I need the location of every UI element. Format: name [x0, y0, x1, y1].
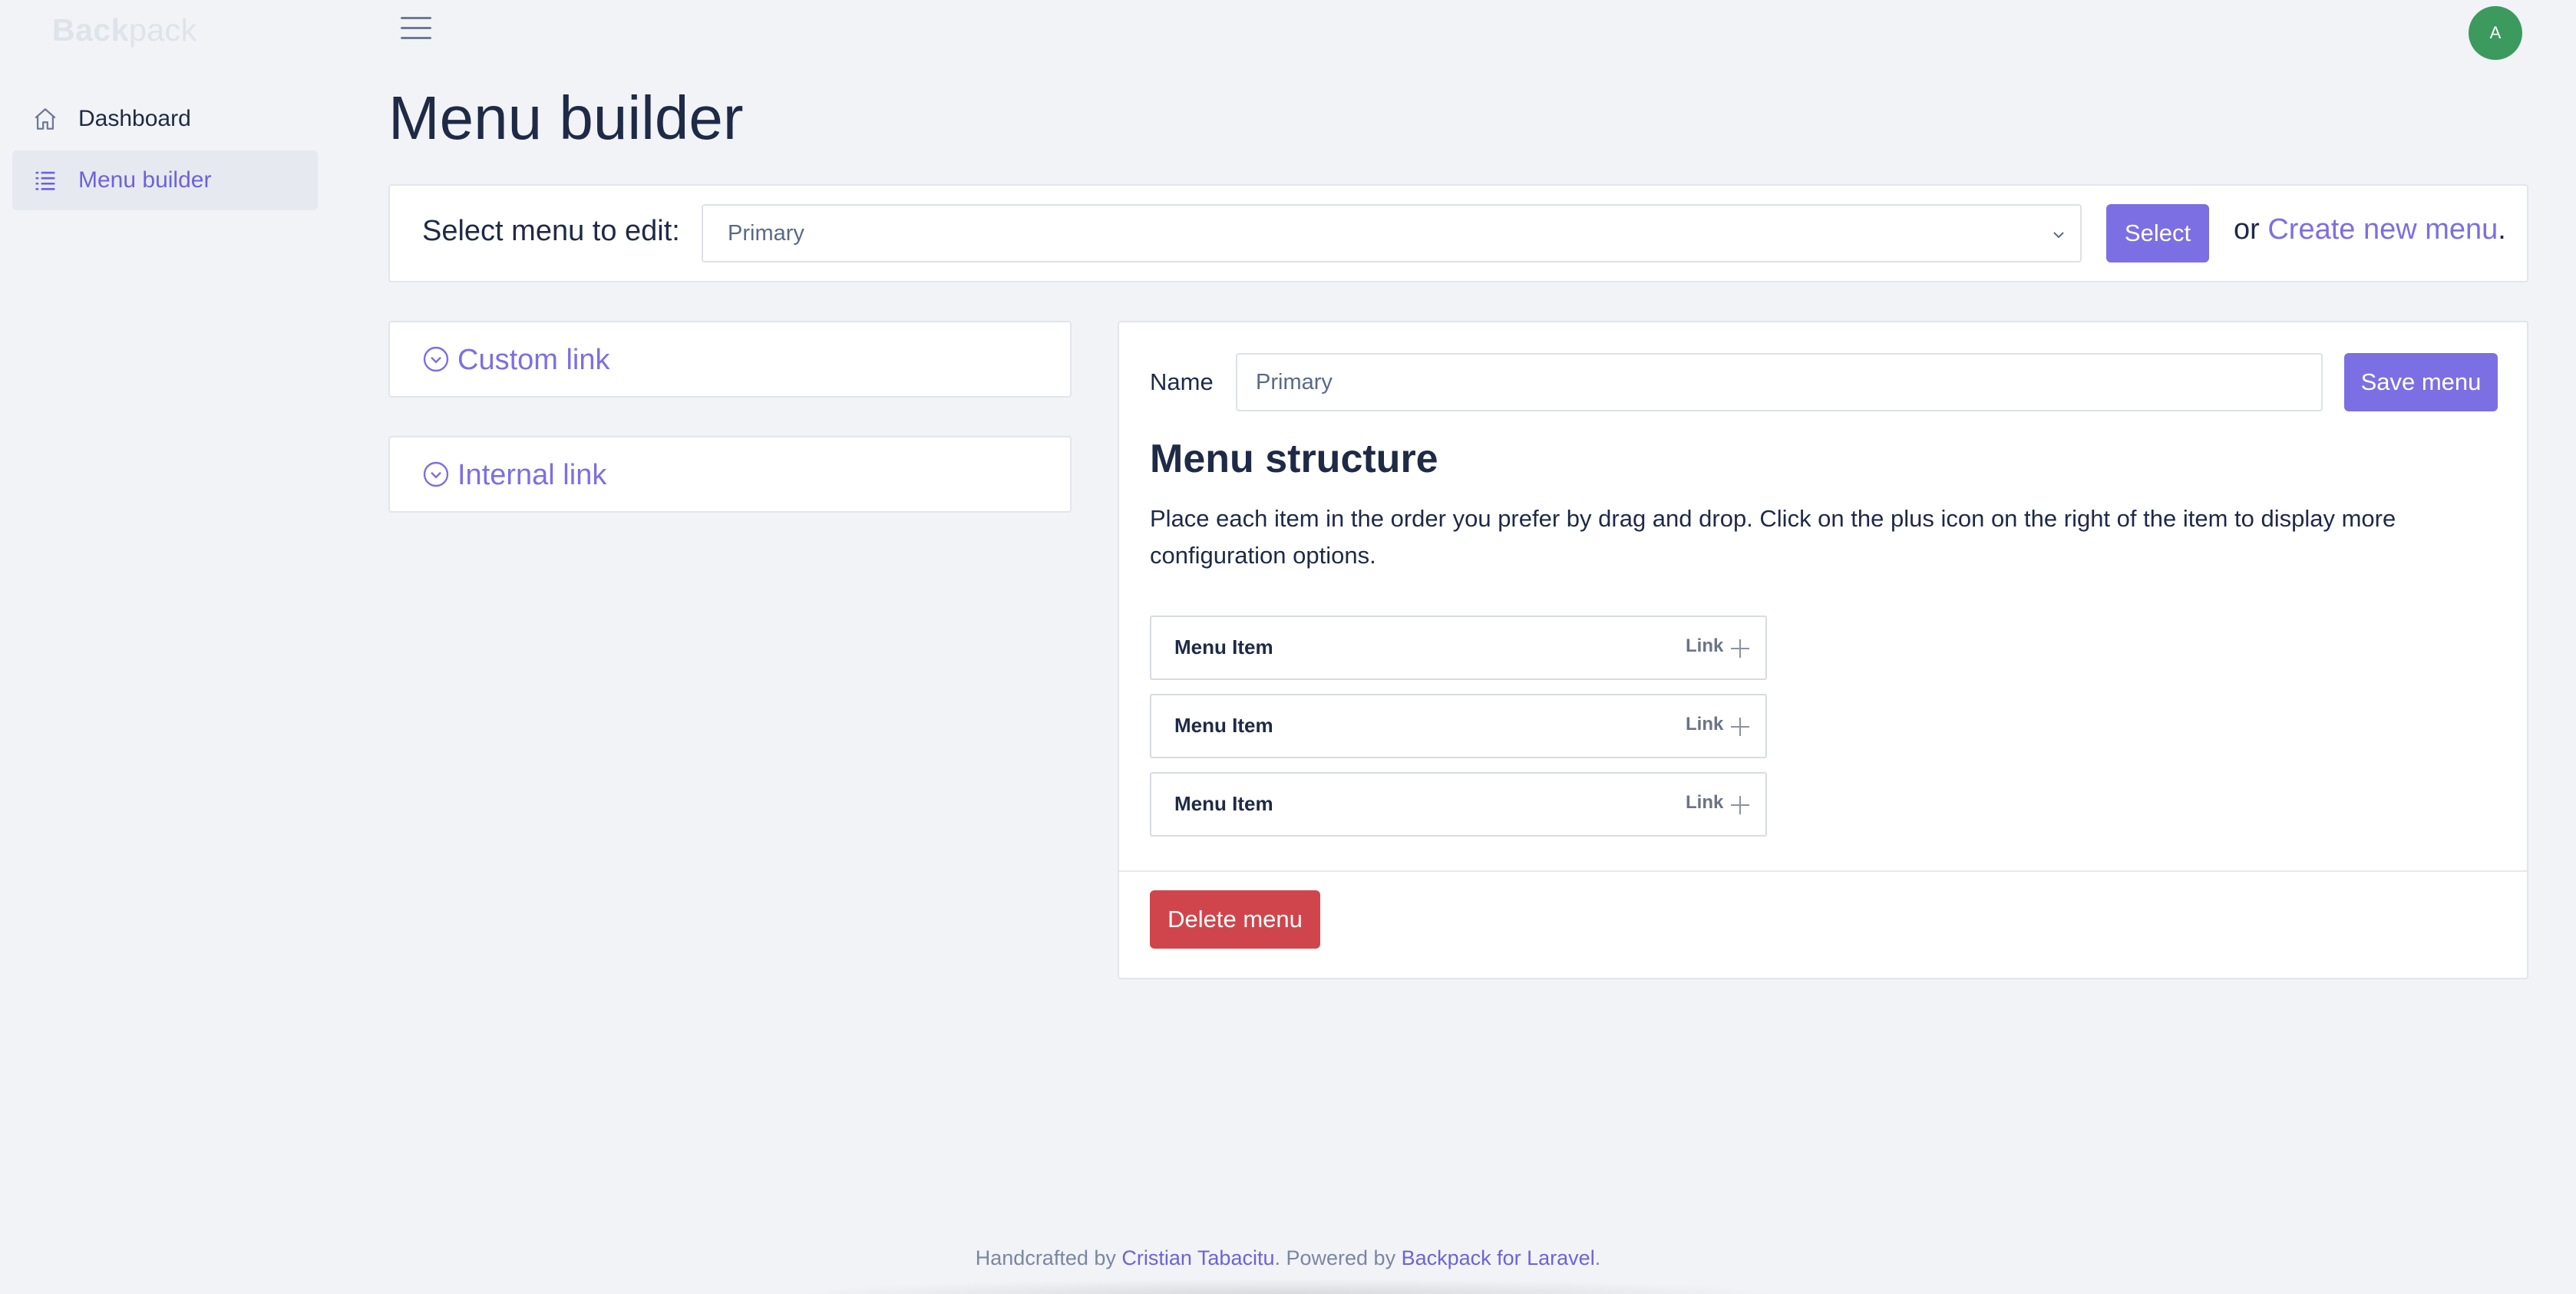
- custom-link-label: Custom link: [457, 344, 610, 376]
- menu-editor-card: Name Primary Save menu Menu structure Pl…: [1118, 321, 2528, 979]
- plus-icon[interactable]: [1729, 715, 1752, 738]
- sidebar-item-label: Menu builder: [78, 167, 212, 193]
- internal-link-label: Internal link: [457, 459, 607, 491]
- menu-item-type: Link: [1686, 792, 1724, 813]
- menu-name-label: Name: [1150, 368, 1214, 395]
- brand-bold-text: Back: [52, 12, 130, 48]
- menu-name-input[interactable]: Primary: [1236, 353, 2323, 411]
- page-title: Menu builder: [388, 84, 744, 152]
- user-avatar[interactable]: A: [2469, 6, 2522, 60]
- hamburger-line: [401, 17, 431, 19]
- chevron-circle-down-icon: [423, 461, 449, 487]
- save-menu-button[interactable]: Save menu: [2344, 353, 2498, 411]
- home-icon: [35, 108, 56, 130]
- hamburger-menu-button[interactable]: [401, 17, 431, 45]
- custom-link-panel[interactable]: Custom link: [388, 321, 1072, 398]
- period-text: .: [2498, 213, 2506, 246]
- menu-select-value: Primary: [728, 220, 804, 246]
- menu-item[interactable]: Menu Item Link: [1150, 772, 1767, 837]
- footer-product-link[interactable]: Backpack for Laravel: [1402, 1246, 1595, 1269]
- menu-select-label: Select menu to edit:: [422, 215, 680, 247]
- brand-light-text: pack: [129, 12, 197, 48]
- footer-handcrafted-text: Handcrafted by: [975, 1246, 1122, 1269]
- list-icon: [35, 171, 55, 190]
- or-text: or: [2234, 213, 2268, 246]
- footer-period-text: .: [1594, 1246, 1601, 1269]
- sidebar-item-label: Dashboard: [78, 106, 191, 131]
- menu-item-type: Link: [1686, 635, 1724, 656]
- menu-item[interactable]: Menu Item Link: [1150, 616, 1767, 680]
- menu-item-title: Menu Item: [1174, 792, 1273, 815]
- create-new-menu-line: or Create new menu.: [2234, 213, 2506, 246]
- sidebar: Backpack Dashboard Menu builder: [0, 0, 330, 1294]
- delete-menu-button[interactable]: Delete menu: [1150, 890, 1320, 949]
- footer-author-link[interactable]: Cristian Tabacitu: [1121, 1246, 1274, 1269]
- hamburger-line: [401, 27, 431, 29]
- menu-item-title: Menu Item: [1174, 714, 1273, 737]
- menu-item-type: Link: [1686, 714, 1724, 734]
- card-footer-divider: [1119, 870, 2527, 872]
- menu-select-card: Select menu to edit: Primary Select or C…: [388, 184, 2528, 282]
- plus-icon[interactable]: [1729, 637, 1752, 660]
- page-footer: Handcrafted by Cristian Tabacitu. Powere…: [0, 1246, 2576, 1270]
- menu-name-value: Primary: [1256, 369, 1333, 394]
- plus-icon[interactable]: [1729, 794, 1752, 817]
- internal-link-panel[interactable]: Internal link: [388, 436, 1072, 513]
- avatar-initial: A: [2489, 23, 2502, 42]
- hamburger-line: [401, 37, 431, 39]
- footer-powered-text: . Powered by: [1274, 1246, 1402, 1269]
- brand-logo[interactable]: Backpack: [52, 12, 197, 48]
- menu-select-dropdown[interactable]: Primary: [702, 204, 2082, 262]
- footer-shadow: [791, 1279, 1788, 1294]
- sidebar-item-menu-builder[interactable]: Menu builder: [12, 150, 318, 210]
- select-menu-button[interactable]: Select: [2106, 204, 2209, 262]
- menu-structure-title: Menu structure: [1150, 437, 1438, 481]
- sidebar-item-dashboard[interactable]: Dashboard: [12, 89, 318, 149]
- menu-item[interactable]: Menu Item Link: [1150, 694, 1767, 758]
- create-new-menu-link[interactable]: Create new menu: [2267, 213, 2498, 246]
- chevron-circle-down-icon: [423, 346, 449, 372]
- chevron-down-icon: [2053, 232, 2064, 239]
- menu-item-title: Menu Item: [1174, 635, 1273, 659]
- menu-structure-description: Place each item in the order you prefer …: [1150, 505, 2396, 569]
